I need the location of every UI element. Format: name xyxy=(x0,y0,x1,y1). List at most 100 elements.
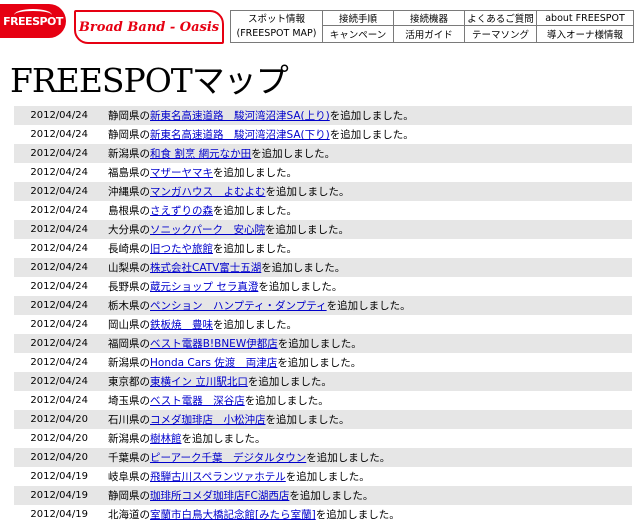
entry-suffix: を追加しました。 xyxy=(247,376,332,388)
entry-text: 福島県のマザーヤマキを追加しました。 xyxy=(106,165,297,180)
list-item: 2012/04/24 福岡県のベスト電器B!BNEW伊都店を追加しました。 xyxy=(14,334,632,353)
entry-date: 2012/04/24 xyxy=(30,186,88,197)
nav-devices[interactable]: 接続機器 xyxy=(394,11,465,26)
spot-link[interactable]: 旧つたや旅館 xyxy=(150,243,213,255)
entry-suffix: を追加しました。 xyxy=(306,452,391,464)
spot-link[interactable]: Honda Cars 佐渡 両津店 xyxy=(150,357,277,369)
spot-link[interactable]: 樹林館 xyxy=(150,433,182,445)
list-item: 2012/04/24 山梨県の株式会社CATV富士五湖を追加しました。 xyxy=(14,258,632,277)
list-item: 2012/04/24 福島県のマザーヤマキを追加しました。 xyxy=(14,163,632,182)
spot-link[interactable]: マザーヤマキ xyxy=(150,167,213,179)
entry-text: 山梨県の株式会社CATV富士五湖を追加しました。 xyxy=(106,260,345,275)
entry-text: 埼玉県のベスト電器 深谷店を追加しました。 xyxy=(106,393,329,408)
entry-suffix: を追加しました。 xyxy=(277,357,362,369)
freespot-logo[interactable]: FREESPOT xyxy=(0,4,66,38)
entry-date: 2012/04/19 xyxy=(30,471,88,482)
list-item: 2012/04/20 新潟県の樹林館を追加しました。 xyxy=(14,429,632,448)
nav-owner-info[interactable]: 導入オーナ様情報 xyxy=(537,26,633,42)
entry-date: 2012/04/24 xyxy=(30,205,88,216)
list-item: 2012/04/20 石川県のコメダ珈琲店 小松沖店を追加しました。 xyxy=(14,410,632,429)
spot-link[interactable]: 飛騨古川スペランツァホテル xyxy=(150,471,286,483)
spot-link[interactable]: ペンション ハンプティ・ダンプティ xyxy=(150,300,327,312)
entry-text: 北海道の室蘭市白鳥大橋記念館[みたら室蘭]を追加しました。 xyxy=(106,507,400,522)
nav-spot-info[interactable]: スポット情報 (FREESPOT MAP) xyxy=(231,11,323,42)
entry-date: 2012/04/20 xyxy=(30,433,88,444)
list-item: 2012/04/24 栃木県のペンション ハンプティ・ダンプティを追加しました。 xyxy=(14,296,632,315)
spot-link[interactable]: 株式会社CATV富士五湖 xyxy=(150,262,261,274)
spot-link[interactable]: マンガハウス よむよむ xyxy=(150,186,266,198)
entry-prefecture: 沖縄県の xyxy=(108,186,150,198)
list-item: 2012/04/19 北海道の室蘭市白鳥大橋記念館[みたら室蘭]を追加しました。 xyxy=(14,505,632,524)
entry-text: 沖縄県のマンガハウス よむよむを追加しました。 xyxy=(106,184,350,199)
nav-faq[interactable]: よくあるご質問 xyxy=(465,11,537,26)
entry-text: 静岡県の新東名高速道路 駿河湾沼津SA(下り)を追加しました。 xyxy=(106,127,414,142)
entry-prefecture: 大分県の xyxy=(108,224,150,236)
spot-link[interactable]: 室蘭市白鳥大橋記念館[みたら室蘭] xyxy=(150,509,316,521)
list-item: 2012/04/24 岡山県の鉄板焼 豊味を追加しました。 xyxy=(14,315,632,334)
entry-prefecture: 福岡県の xyxy=(108,338,150,350)
nav-connect-steps[interactable]: 接続手順 xyxy=(323,11,394,26)
entry-date: 2012/04/19 xyxy=(30,490,88,501)
entry-date: 2012/04/24 xyxy=(30,224,88,235)
site-header: FREESPOT Broad Band - Oasis スポット情報 (FREE… xyxy=(0,0,640,46)
entry-suffix: を追加しました。 xyxy=(277,338,362,350)
list-item: 2012/04/24 沖縄県のマンガハウス よむよむを追加しました。 xyxy=(14,182,632,201)
nav-campaign[interactable]: キャンペーン xyxy=(323,26,394,42)
nav-spot-info-line1: スポット情報 xyxy=(247,13,305,25)
entry-text: 新潟県の樹林館を追加しました。 xyxy=(106,431,266,446)
brand-banner[interactable]: Broad Band - Oasis xyxy=(74,10,224,44)
list-item: 2012/04/24 東京都の東横イン 立川駅北口を追加しました。 xyxy=(14,372,632,391)
entry-suffix: を追加しました。 xyxy=(213,205,297,217)
list-item: 2012/04/24 島根県のさえずりの森を追加しました。 xyxy=(14,201,632,220)
spot-link[interactable]: ベスト電器B!BNEW伊都店 xyxy=(150,338,278,350)
entry-date: 2012/04/24 xyxy=(30,376,88,387)
list-item: 2012/04/24 新潟県の和食 割烹 網元なか田を追加しました。 xyxy=(14,144,632,163)
spot-link[interactable]: 新東名高速道路 駿河湾沼津SA(下り) xyxy=(150,129,330,141)
entry-prefecture: 静岡県の xyxy=(108,490,150,502)
nav-about[interactable]: about FREESPOT xyxy=(537,11,633,26)
nav-guide[interactable]: 活用ガイド xyxy=(394,26,465,42)
entry-prefecture: 北海道の xyxy=(108,509,150,521)
entry-suffix: を追加しました。 xyxy=(213,167,297,179)
list-item: 2012/04/24 静岡県の新東名高速道路 駿河湾沼津SA(下り)を追加しました… xyxy=(14,125,632,144)
entry-prefecture: 静岡県の xyxy=(108,129,150,141)
entry-suffix: を追加しました。 xyxy=(265,414,350,426)
spot-link[interactable]: 蔵元ショップ セラ真澄 xyxy=(150,281,258,293)
list-item: 2012/04/20 千葉県のピーアーク千葉 デジタルタウンを追加しました。 xyxy=(14,448,632,467)
entry-prefecture: 新潟県の xyxy=(108,433,150,445)
entry-text: 岐阜県の飛騨古川スペランツァホテルを追加しました。 xyxy=(106,469,370,484)
global-nav: スポット情報 (FREESPOT MAP) 接続手順 接続機器 よくあるご質問 … xyxy=(230,10,634,43)
entry-date: 2012/04/24 xyxy=(30,167,88,178)
spot-link[interactable]: 東横イン 立川駅北口 xyxy=(150,376,248,388)
entry-date: 2012/04/24 xyxy=(30,243,88,254)
nav-theme-song[interactable]: テーマソング xyxy=(465,26,537,42)
entry-date: 2012/04/24 xyxy=(30,129,88,140)
entry-date: 2012/04/24 xyxy=(30,300,88,311)
entry-suffix: を追加しました。 xyxy=(213,243,297,255)
spot-link[interactable]: 新東名高速道路 駿河湾沼津SA(上り) xyxy=(150,110,330,122)
entry-text: 石川県のコメダ珈琲店 小松沖店を追加しました。 xyxy=(106,412,350,427)
entry-prefecture: 岡山県の xyxy=(108,319,150,331)
entry-text: 静岡県の新東名高速道路 駿河湾沼津SA(上り)を追加しました。 xyxy=(106,108,414,123)
entry-suffix: を追加しました。 xyxy=(326,300,411,312)
spot-link[interactable]: ピーアーク千葉 デジタルタウン xyxy=(150,452,306,464)
entry-text: 大分県のソニックパーク 安心院を追加しました。 xyxy=(106,222,349,237)
entry-date: 2012/04/24 xyxy=(30,148,88,159)
entry-suffix: を追加しました。 xyxy=(213,319,297,331)
spot-link[interactable]: ソニックパーク 安心院 xyxy=(150,224,265,236)
list-item: 2012/04/24 長野県の蔵元ショップ セラ真澄を追加しました。 xyxy=(14,277,632,296)
entry-prefecture: 埼玉県の xyxy=(108,395,150,407)
entry-prefecture: 東京都の xyxy=(108,376,150,388)
spot-link[interactable]: 鉄板焼 豊味 xyxy=(150,319,213,331)
spot-link[interactable]: ベスト電器 深谷店 xyxy=(150,395,245,407)
entry-prefecture: 島根県の xyxy=(108,205,150,217)
list-item: 2012/04/24 長崎県の旧つたや旅館を追加しました。 xyxy=(14,239,632,258)
spot-link[interactable]: 珈琲所コメダ珈琲店FC湖西店 xyxy=(150,490,289,502)
spot-link[interactable]: さえずりの森 xyxy=(150,205,213,217)
entry-prefecture: 山梨県の xyxy=(108,262,150,274)
spot-link[interactable]: 和食 割烹 網元なか田 xyxy=(150,148,251,160)
spot-link[interactable]: コメダ珈琲店 小松沖店 xyxy=(150,414,266,426)
entry-suffix: を追加しました。 xyxy=(258,281,343,293)
entry-prefecture: 長崎県の xyxy=(108,243,150,255)
spot-update-list: 2012/04/24 静岡県の新東名高速道路 駿河湾沼津SA(上り)を追加しました… xyxy=(14,106,632,524)
